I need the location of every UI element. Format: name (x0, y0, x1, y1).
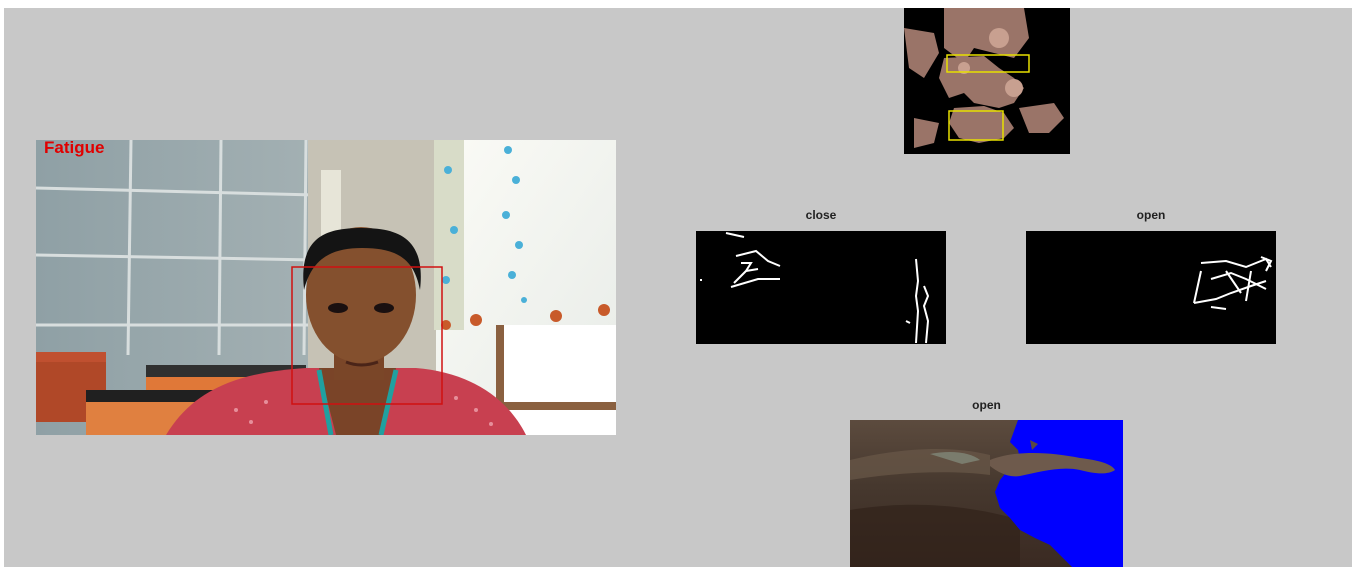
mouth-region-image (850, 420, 1123, 567)
camera-feed-panel: Fatigue (36, 140, 616, 435)
face-mask-image (904, 8, 1070, 154)
eye-close-title: close (805, 208, 837, 222)
camera-frame-image (36, 140, 616, 435)
eye-open-panel (1026, 231, 1276, 344)
face-mask-panel (904, 8, 1070, 154)
fatigue-status-text: Fatigue (44, 140, 105, 157)
matlab-figure-window: Fatigue close open open (4, 8, 1352, 567)
eye-open-edge-image (1026, 231, 1276, 344)
eye-close-edge-image (696, 231, 946, 344)
eye-open-title: open (1136, 208, 1166, 222)
mouth-open-title: open (972, 398, 1001, 412)
eye-close-panel (696, 231, 946, 344)
mouth-panel (850, 420, 1123, 567)
